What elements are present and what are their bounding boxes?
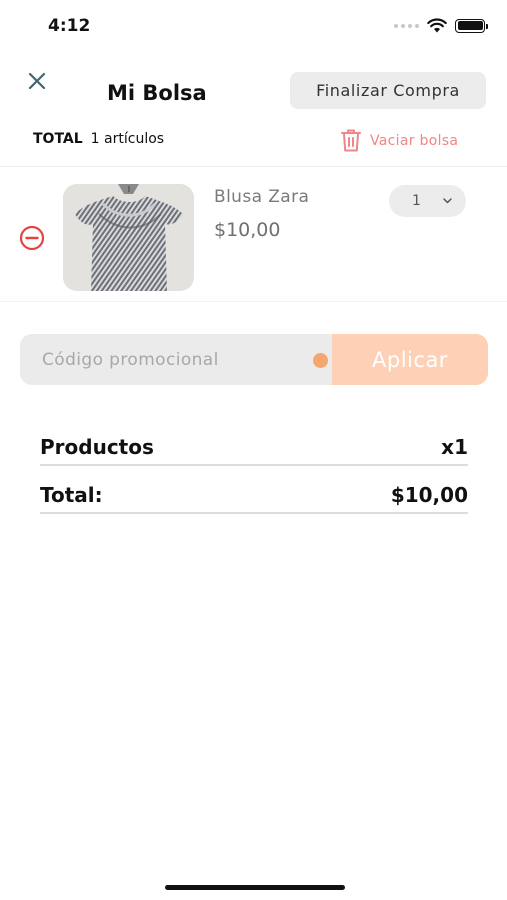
status-bar: 4:12 xyxy=(0,0,507,50)
empty-bag-button[interactable]: Vaciar bolsa xyxy=(340,128,458,153)
close-icon xyxy=(28,72,46,90)
quantity-select[interactable]: 1 xyxy=(389,185,466,217)
summary-total-label: Total: xyxy=(40,483,103,507)
battery-icon xyxy=(455,18,488,33)
promo-indicator-icon xyxy=(313,353,328,368)
divider xyxy=(0,166,507,167)
summary-total-row: Total: $10,00 xyxy=(40,480,468,510)
status-time: 4:12 xyxy=(48,16,91,36)
close-button[interactable] xyxy=(24,68,50,94)
blouse-photo-icon xyxy=(63,184,194,291)
quantity-value: 1 xyxy=(412,193,421,209)
cellular-signal-icon xyxy=(394,23,419,28)
promo-code-group: Aplicar xyxy=(20,334,488,385)
checkout-button[interactable]: Finalizar Compra xyxy=(290,72,486,109)
items-count: 1 artículos xyxy=(90,131,165,147)
chevron-down-icon xyxy=(443,198,452,204)
divider xyxy=(40,464,468,466)
promo-code-input[interactable] xyxy=(20,334,332,385)
product-name: Blusa Zara xyxy=(214,187,310,207)
wifi-icon xyxy=(427,18,447,33)
empty-bag-label: Vaciar bolsa xyxy=(370,132,459,149)
summary-products-row: Productos x1 xyxy=(40,432,468,462)
summary-products-value: x1 xyxy=(441,435,468,459)
remove-item-button[interactable] xyxy=(19,225,45,251)
remove-circle-icon xyxy=(19,225,45,251)
summary-products-label: Productos xyxy=(40,435,154,459)
divider xyxy=(0,301,507,302)
product-price: $10,00 xyxy=(214,219,281,241)
trash-icon xyxy=(341,129,361,152)
home-indicator[interactable] xyxy=(165,885,345,890)
product-image[interactable] xyxy=(63,184,194,291)
divider xyxy=(40,512,468,514)
page-title: Mi Bolsa xyxy=(107,81,207,105)
summary-total-value: $10,00 xyxy=(390,483,468,507)
bag-total-row: TOTAL 1 artículos xyxy=(33,131,164,147)
status-icons xyxy=(394,18,488,33)
apply-promo-button[interactable]: Aplicar xyxy=(332,334,488,385)
total-label: TOTAL xyxy=(33,131,83,147)
